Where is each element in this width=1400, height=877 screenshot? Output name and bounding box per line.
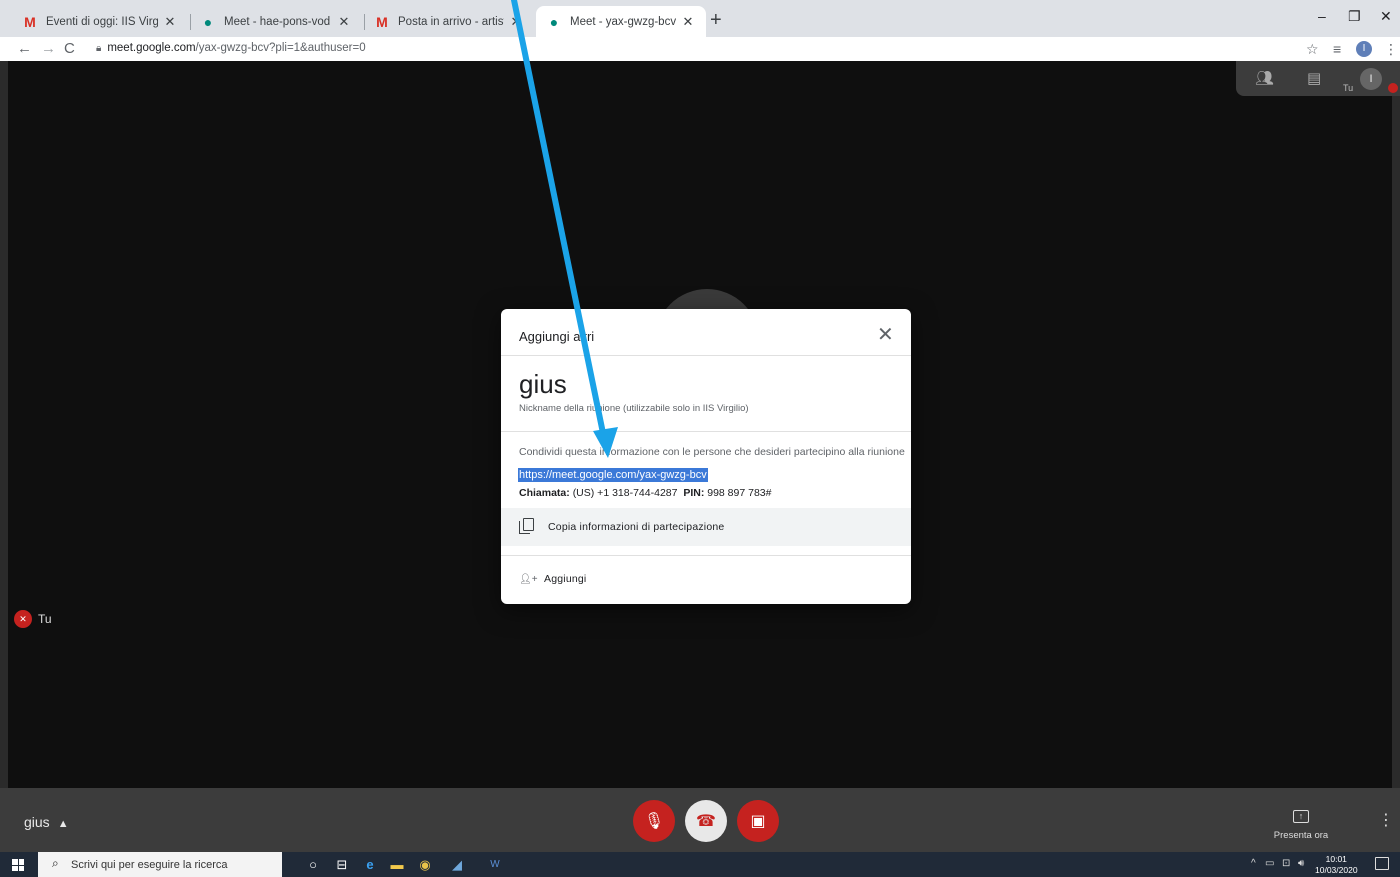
forward-icon[interactable]: →	[41, 39, 56, 59]
pin-label: PIN:	[683, 487, 705, 499]
camera-off-icon: ▣	[750, 813, 766, 830]
close-icon[interactable]: ✕	[680, 14, 696, 30]
notifications-icon[interactable]	[1375, 857, 1389, 870]
mic-toggle-button[interactable]: 🎙︎	[633, 800, 675, 842]
tab-meet-hae-pons-vod[interactable]: ● Meet - hae-pons-vod ✕	[190, 6, 362, 37]
battery-icon[interactable]: ▭	[1265, 858, 1274, 869]
url-host: meet.google.com	[107, 42, 196, 54]
chat-icon[interactable]: ▤	[1307, 69, 1321, 87]
share-instructions: Condividi questa informazione con le per…	[519, 446, 905, 458]
reload-icon[interactable]: C	[64, 39, 75, 59]
profile-avatar[interactable]: I	[1356, 41, 1372, 57]
new-tab-button[interactable]: +	[710, 10, 722, 30]
camera-toggle-button[interactable]: ▣	[737, 800, 779, 842]
reading-list-icon[interactable]: ≡	[1333, 39, 1341, 59]
taskbar-search[interactable]: ⌕ Scrivi qui per eseguire la ricerca	[38, 852, 282, 877]
add-others-dialog: Aggiungi altri ✕ gius Nickname della riu…	[501, 309, 911, 604]
add-people-button[interactable]: Aggiungi	[544, 573, 586, 585]
meeting-details-button[interactable]: gius ▲	[24, 814, 69, 830]
nickname-caption: Nickname della riunione (utilizzabile so…	[519, 403, 749, 414]
address-bar[interactable]: 🔒︎ meet.google.com/yax-gwzg-bcv?pli=1&aut…	[96, 42, 366, 54]
browser-toolbar: ← → C 🔒︎ meet.google.com/yax-gwzg-bcv?pli…	[0, 37, 1400, 61]
tab-strip: M Eventi di oggi: IIS Virgilio INFOTE ✕ …	[0, 0, 1400, 37]
back-icon[interactable]: ←	[17, 39, 32, 59]
tab-title: Posta in arrivo - artistico@virgili	[398, 15, 504, 28]
close-icon[interactable]: ✕	[336, 14, 352, 30]
meeting-nickname: gius	[519, 369, 567, 399]
mic-off-icon: 🎙︎	[643, 813, 665, 830]
tray-chevron-icon[interactable]: ^	[1251, 858, 1256, 869]
muted-badge	[1388, 83, 1398, 93]
minimize-icon[interactable]: –	[1318, 8, 1326, 24]
copy-join-info-label: Copia informazioni di partecipazione	[548, 521, 725, 533]
dial-in-info: Chiamata: (US) +1 318-744-4287 PIN: 998 …	[519, 487, 771, 499]
windows-start-icon[interactable]	[12, 859, 24, 871]
clock-time: 10:01	[1325, 854, 1347, 864]
url-path: /yax-gwzg-bcv?pli=1&authuser=0	[195, 42, 366, 54]
self-label: Tu	[1343, 83, 1354, 93]
gmail-icon: M	[376, 13, 388, 30]
cortana-icon[interactable]: ○	[304, 856, 322, 874]
stage-edge	[0, 61, 8, 852]
people-icon[interactable]: 👥︎	[1255, 69, 1274, 87]
self-avatar: I	[1360, 68, 1382, 90]
app-icon[interactable]: ◢	[448, 856, 466, 874]
close-icon[interactable]: ✕	[877, 324, 894, 346]
present-now-button[interactable]: ↑ Presenta ora	[1268, 806, 1334, 841]
taskbar-clock[interactable]: 10:01 10/03/2020	[1315, 854, 1358, 876]
meet-icon: ●	[203, 13, 213, 30]
present-icon: ↑	[1293, 810, 1309, 823]
divider	[501, 355, 911, 356]
tab-gmail-posta[interactable]: M Posta in arrivo - artistico@virgili ✕	[364, 6, 534, 37]
tab-title: Meet - hae-pons-vod	[224, 15, 331, 28]
dial-in-label: Chiamata:	[519, 487, 570, 499]
add-person-icon: 👤︎+	[519, 574, 538, 585]
network-icon[interactable]: ⊡	[1282, 858, 1290, 869]
windows-taskbar: ⌕ Scrivi qui per eseguire la ricerca ○ ⊟…	[0, 852, 1400, 877]
leave-call-button[interactable]: ☎	[685, 800, 727, 842]
dial-in-number: (US) +1 318-744-4287	[572, 487, 678, 499]
meeting-name: gius	[24, 814, 50, 830]
more-options-icon[interactable]: ⋮	[1378, 810, 1394, 830]
lock-icon: 🔒︎	[96, 43, 102, 54]
search-placeholder: Scrivi qui per eseguire la ricerca	[71, 859, 228, 871]
meet-control-bar: gius ▲ 🎙︎ ☎ ▣ ↑ Presenta ora ⋮	[0, 788, 1400, 852]
clock-date: 10/03/2020	[1315, 865, 1358, 875]
close-icon[interactable]: ✕	[162, 14, 178, 30]
chrome-menu-icon[interactable]: ⋮	[1384, 39, 1398, 59]
divider	[501, 555, 911, 556]
restore-icon[interactable]: ❐	[1348, 8, 1361, 25]
tab-title: Meet - yax-gwzg-bcv	[570, 15, 676, 28]
bookmark-star-icon[interactable]: ☆	[1306, 39, 1319, 59]
self-tile: ✕ Tu	[14, 610, 52, 628]
task-view-icon[interactable]: ⊟	[333, 856, 351, 874]
dialog-title: Aggiungi altri	[519, 329, 595, 344]
present-label: Presenta ora	[1273, 830, 1329, 841]
file-explorer-icon[interactable]: ▬	[388, 856, 406, 874]
gmail-icon: M	[24, 13, 36, 30]
pin-value: 998 897 783#	[707, 487, 772, 499]
close-window-icon[interactable]: ✕	[1380, 8, 1392, 25]
search-icon: ⌕	[52, 856, 59, 870]
copy-join-info-button[interactable]: Copia informazioni di partecipazione	[501, 508, 911, 546]
meet-icon: ●	[549, 13, 559, 30]
tab-gmail-eventi[interactable]: M Eventi di oggi: IIS Virgilio INFOTE ✕	[12, 6, 188, 37]
chevron-up-icon: ▲	[57, 818, 69, 830]
mic-off-icon: ✕	[14, 610, 32, 628]
hang-up-icon: ☎	[696, 813, 716, 830]
edge-icon[interactable]: e	[361, 856, 379, 874]
self-name: Tu	[38, 612, 52, 626]
close-icon[interactable]: ✕	[508, 14, 524, 30]
divider	[501, 431, 911, 432]
tab-title: Eventi di oggi: IIS Virgilio INFOTE	[46, 15, 158, 28]
stage-edge	[1392, 61, 1400, 852]
chrome-icon[interactable]: ◉	[416, 856, 434, 874]
copy-icon	[519, 518, 535, 534]
tab-meet-yax-gwzg-bcv[interactable]: ● Meet - yax-gwzg-bcv ✕	[536, 6, 706, 37]
meeting-link[interactable]: https://meet.google.com/yax-gwzg-bcv	[518, 468, 708, 482]
volume-icon[interactable]: 🔊︎	[1298, 858, 1304, 869]
word-icon[interactable]: W	[486, 856, 504, 874]
